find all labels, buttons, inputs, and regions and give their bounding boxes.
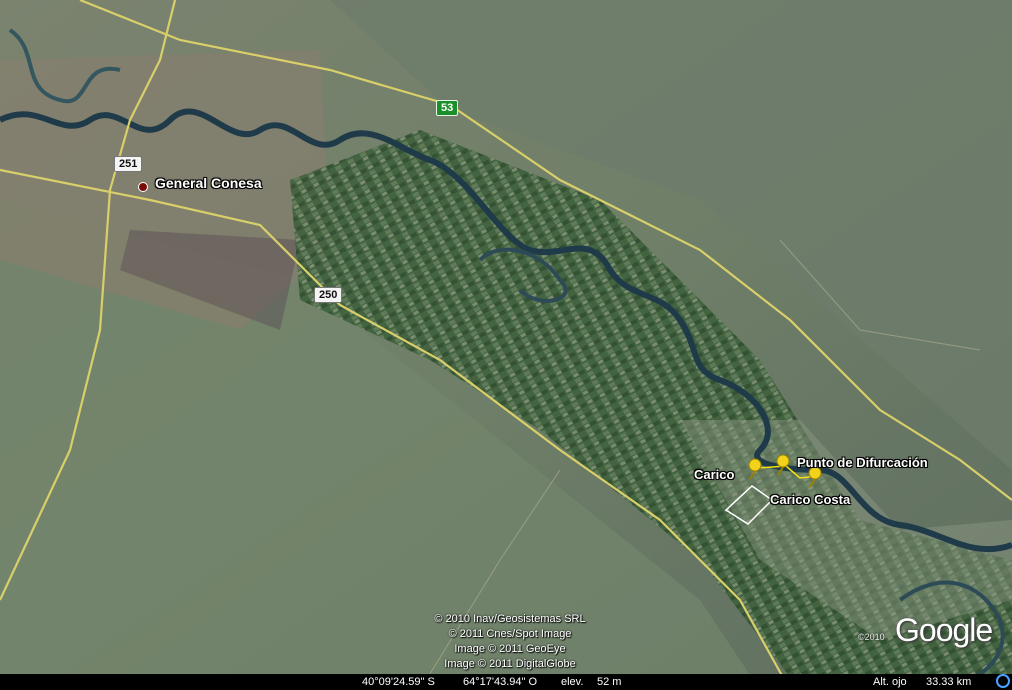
eye-altitude-label: Alt. ojo <box>873 676 907 688</box>
route-53-shield: 53 <box>436 100 459 116</box>
town-marker-icon[interactable] <box>138 182 148 192</box>
pin-label-carico[interactable]: Carico <box>694 467 734 482</box>
pin-label-carico-costa[interactable]: Carico Costa <box>770 492 850 507</box>
longitude-readout: 64°17'43.94" O <box>463 676 538 688</box>
elevation-label: elev. <box>561 676 584 688</box>
elevation-value: 52 m <box>597 676 622 688</box>
satellite-map[interactable] <box>0 0 1012 690</box>
route-250-shield: 250 <box>314 287 343 303</box>
logo-year: ©2010 <box>858 632 885 642</box>
imagery-copyright: © 2010 Inav/Geosistemas SRL © 2011 Cnes/… <box>400 612 620 672</box>
latitude-readout: 40°09'24.59" S <box>362 676 435 688</box>
town-label[interactable]: General Conesa <box>155 175 262 191</box>
pin-label-difurcacion[interactable]: Punto de Difurcación <box>797 455 928 470</box>
pushpin-icon[interactable] <box>774 454 792 476</box>
navigation-ring-icon[interactable] <box>996 674 1010 688</box>
copyright-line: © 2010 Inav/Geosistemas SRL <box>434 613 586 625</box>
copyright-line: Image © 2011 GeoEye <box>454 643 566 655</box>
route-251-shield: 251 <box>114 156 143 172</box>
copyright-line: Image © 2011 DigitalGlobe <box>444 658 576 670</box>
google-logo: Google <box>895 612 993 648</box>
eye-altitude-value: 33.33 km <box>926 676 972 688</box>
pushpin-icon[interactable] <box>746 458 764 480</box>
status-bar: 40°09'24.59" S 64°17'43.94" O elev. 52 m… <box>0 674 1012 690</box>
copyright-line: © 2011 Cnes/Spot Image <box>448 628 572 640</box>
